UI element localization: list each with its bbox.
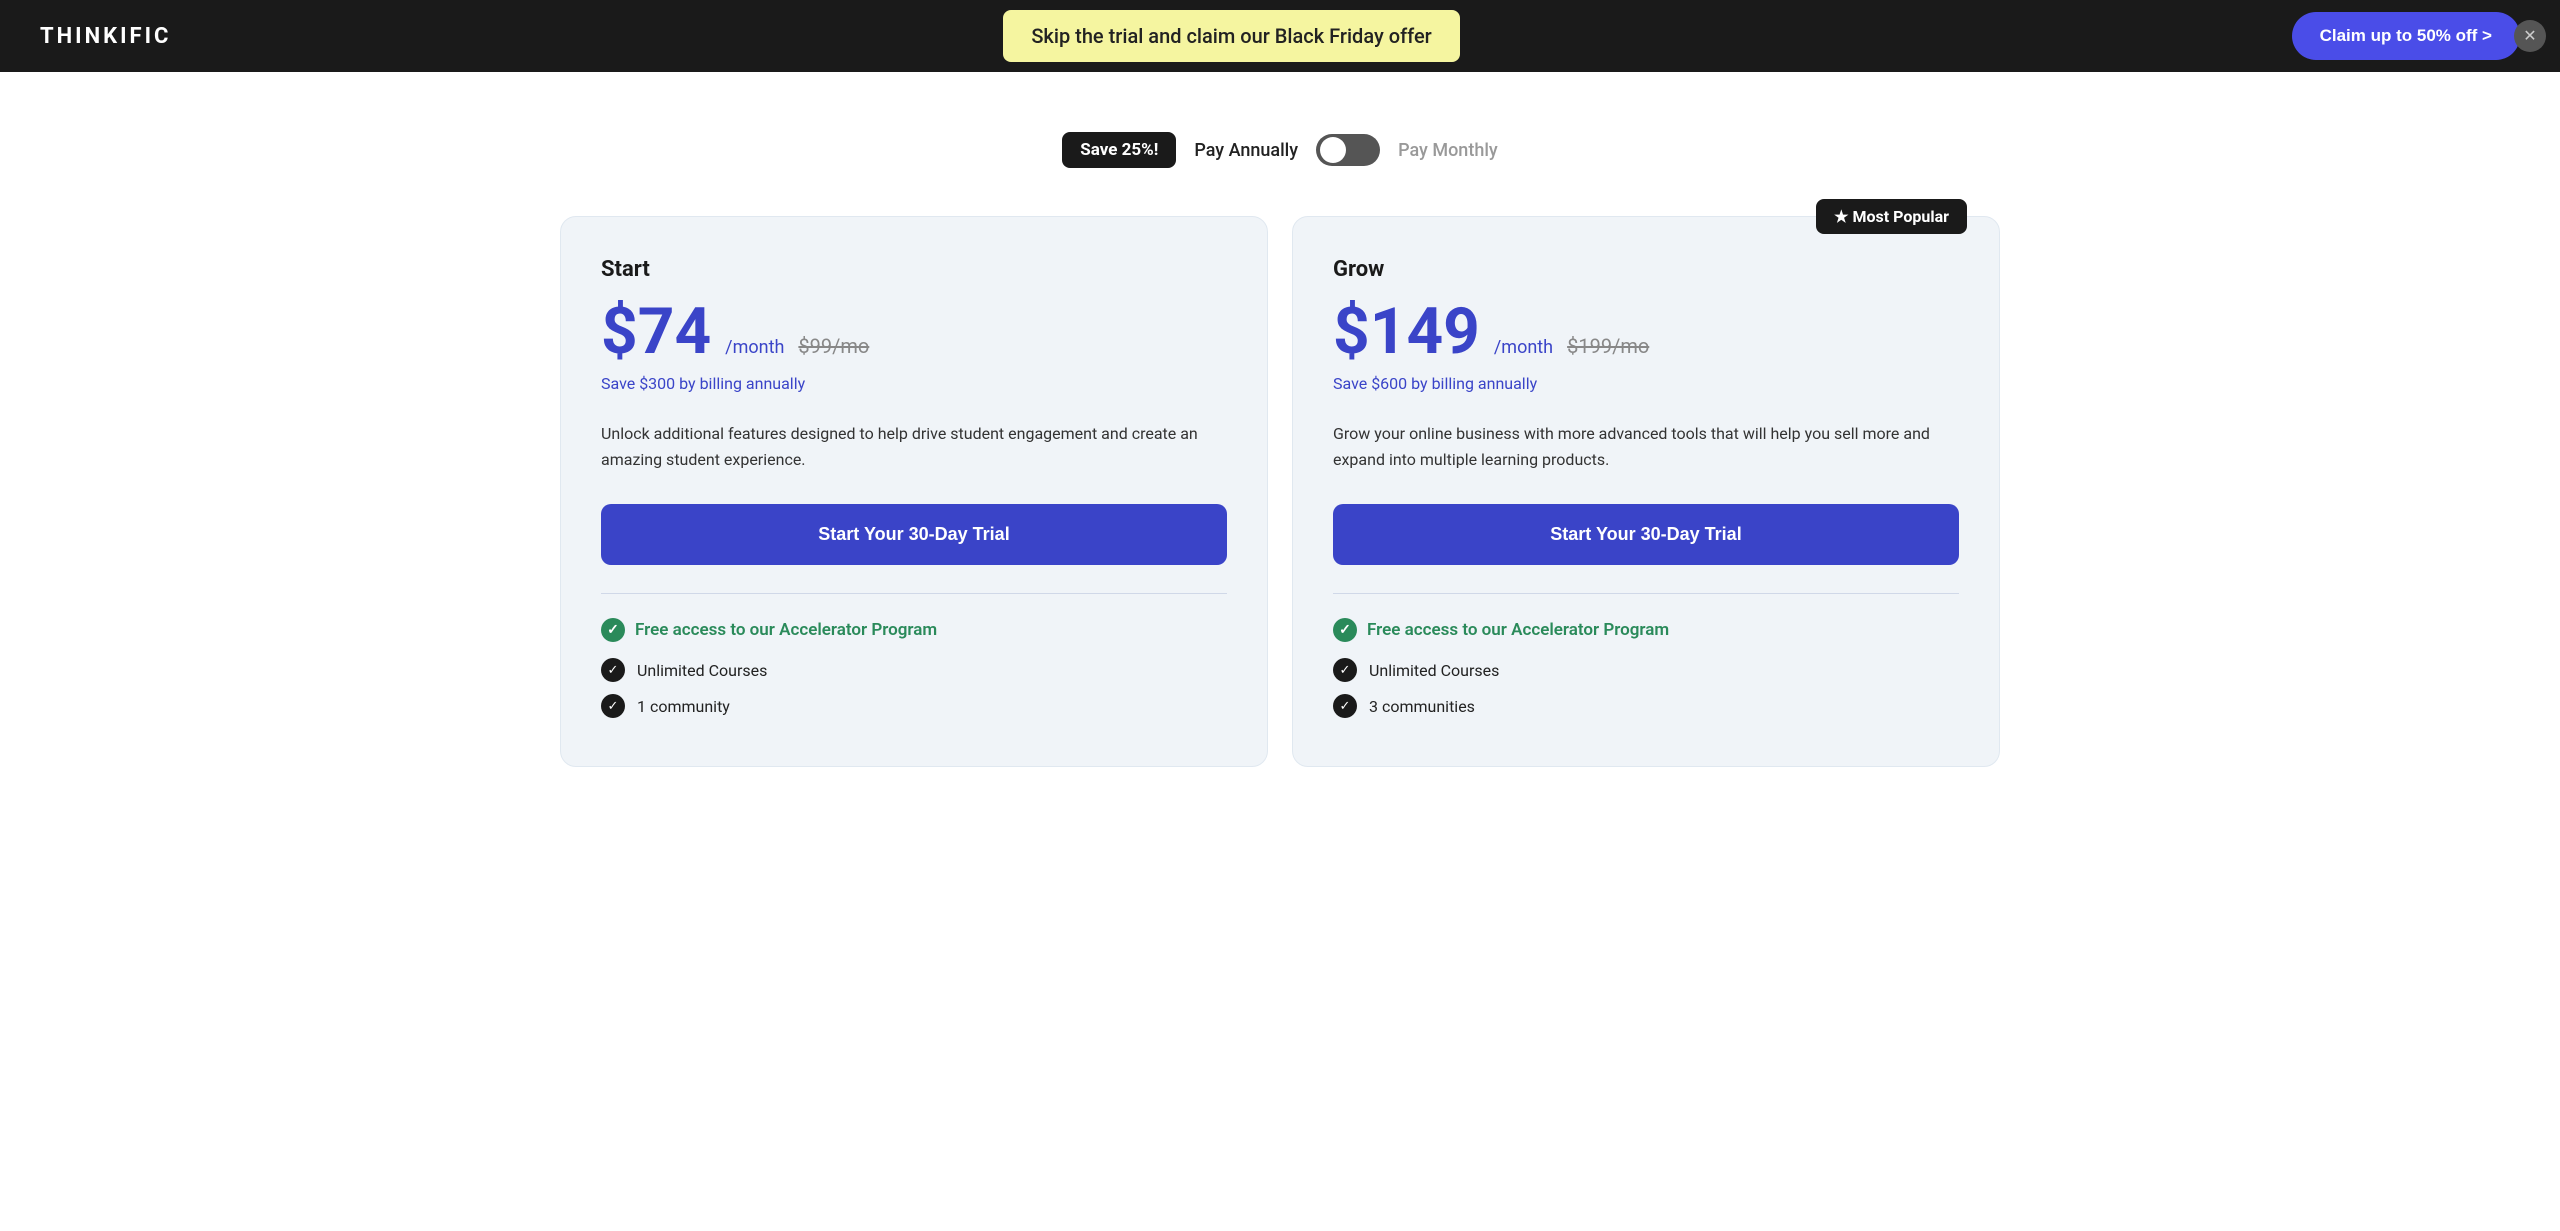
most-popular-badge: ★ Most Popular xyxy=(1816,199,1967,234)
plan-price-start: $74 xyxy=(601,300,711,364)
plan-divider-grow xyxy=(1333,593,1959,594)
accelerator-label-start: Free access to our Accelerator Program xyxy=(635,620,937,640)
feature-check-start-0: ✓ xyxy=(601,658,625,682)
feature-check-grow-1: ✓ xyxy=(1333,694,1357,718)
plan-divider-start xyxy=(601,593,1227,594)
feature-text-grow-1: 3 communities xyxy=(1369,697,1475,716)
accelerator-check-grow: ✓ xyxy=(1333,618,1357,642)
plan-card-start: Start $74 /month $99/mo Save $300 by bil… xyxy=(560,216,1268,767)
feature-check-grow-0: ✓ xyxy=(1333,658,1357,682)
toggle-knob xyxy=(1320,137,1346,163)
main-content: Save 25%! Pay Annually Pay Monthly Start… xyxy=(0,72,2560,807)
plan-save-text-grow: Save $600 by billing annually xyxy=(1333,374,1959,393)
feature-text-start-1: 1 community xyxy=(637,697,730,716)
accelerator-feature-start: ✓ Free access to our Accelerator Program xyxy=(601,618,1227,642)
plan-description-grow: Grow your online business with more adva… xyxy=(1333,421,1959,472)
feature-community-start: ✓ 1 community xyxy=(601,694,1227,718)
close-banner-button[interactable]: ✕ xyxy=(2514,20,2546,52)
plan-price-original-start: $99/mo xyxy=(798,334,869,358)
close-icon: ✕ xyxy=(2523,26,2536,46)
plan-card-grow: ★ Most Popular Grow $149 /month $199/mo … xyxy=(1292,216,2000,767)
navbar: THINKIFIC Skip the trial and claim our B… xyxy=(0,0,2560,72)
feature-unlimited-courses-grow: ✓ Unlimited Courses xyxy=(1333,658,1959,682)
plan-price-original-grow: $199/mo xyxy=(1567,334,1649,358)
plan-price-row-grow: $149 /month $199/mo xyxy=(1333,300,1959,364)
plan-price-grow: $149 xyxy=(1333,300,1480,364)
pay-annually-label: Pay Annually xyxy=(1194,140,1298,161)
plan-description-start: Unlock additional features designed to h… xyxy=(601,421,1227,472)
promo-banner: Skip the trial and claim our Black Frida… xyxy=(1003,10,1459,62)
plan-name-grow: Grow xyxy=(1333,257,1959,282)
plans-grid: Start $74 /month $99/mo Save $300 by bil… xyxy=(560,216,2000,767)
accelerator-feature-grow: ✓ Free access to our Accelerator Program xyxy=(1333,618,1959,642)
feature-text-start-0: Unlimited Courses xyxy=(637,661,767,680)
start-trial-button-grow[interactable]: Start Your 30-Day Trial xyxy=(1333,504,1959,565)
feature-communities-grow: ✓ 3 communities xyxy=(1333,694,1959,718)
logo: THINKIFIC xyxy=(40,24,171,49)
feature-text-grow-0: Unlimited Courses xyxy=(1369,661,1499,680)
accelerator-label-grow: Free access to our Accelerator Program xyxy=(1367,620,1669,640)
feature-unlimited-courses-start: ✓ Unlimited Courses xyxy=(601,658,1227,682)
billing-toggle-row: Save 25%! Pay Annually Pay Monthly xyxy=(40,132,2520,168)
claim-offer-button[interactable]: Claim up to 50% off > xyxy=(2292,12,2520,60)
plan-price-row-start: $74 /month $99/mo xyxy=(601,300,1227,364)
plan-name-start: Start xyxy=(601,257,1227,282)
accelerator-check-start: ✓ xyxy=(601,618,625,642)
feature-check-start-1: ✓ xyxy=(601,694,625,718)
plan-price-per-start: /month xyxy=(725,337,784,358)
plan-price-per-grow: /month xyxy=(1494,337,1553,358)
pay-monthly-label: Pay Monthly xyxy=(1398,140,1498,161)
billing-toggle[interactable] xyxy=(1316,134,1380,166)
start-trial-button-start[interactable]: Start Your 30-Day Trial xyxy=(601,504,1227,565)
plan-save-text-start: Save $300 by billing annually xyxy=(601,374,1227,393)
save-badge: Save 25%! xyxy=(1062,132,1176,168)
